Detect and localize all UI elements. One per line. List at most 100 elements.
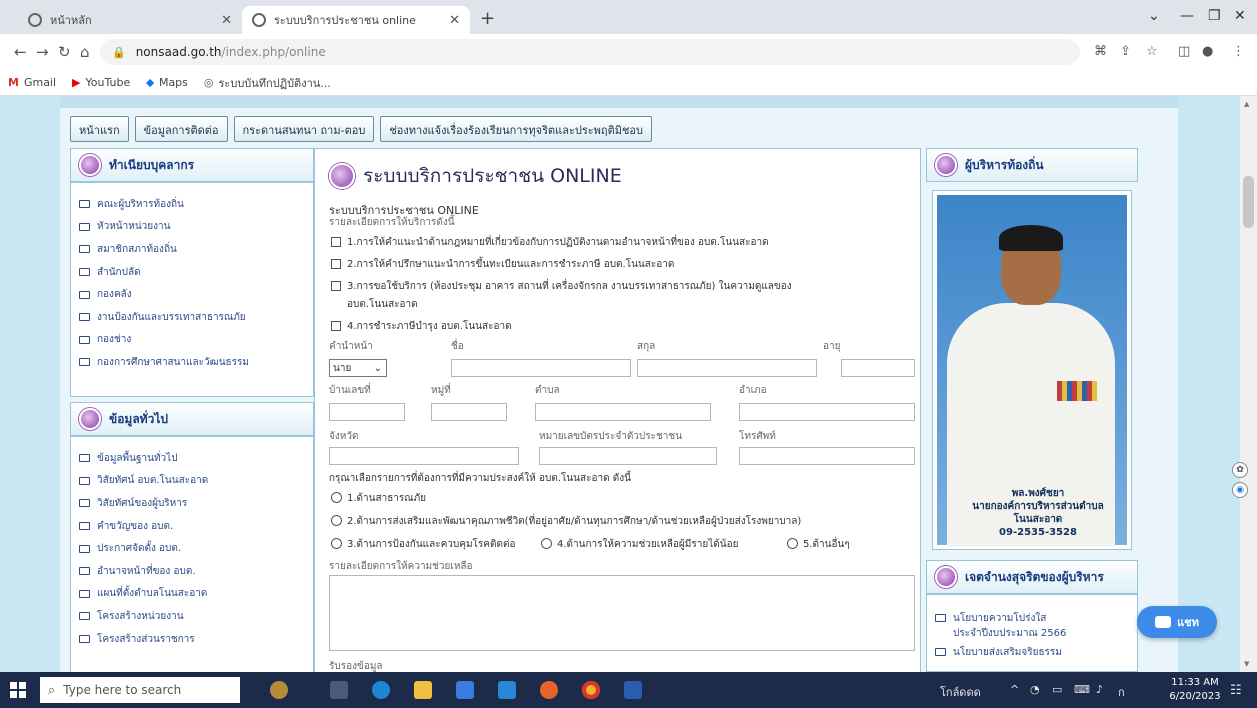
close-tab-icon[interactable]: ✕ [449,13,460,28]
list-item[interactable]: คำขวัญของ อบต. [79,515,313,538]
list-item[interactable]: อำนาจหน้าที่ของ อบต. [79,560,313,583]
list-item[interactable]: วิสัยทัศน์ อบต.โนนสะอาด [79,470,313,493]
menu-complaint[interactable]: ช่องทางแจ้งเรื่องร้องเรียนการทุจริตและปร… [380,116,653,142]
home-icon[interactable]: ⌂ [80,43,90,61]
edge-icon[interactable] [372,681,390,699]
prefix-select[interactable]: นาย ⌄ [329,359,387,377]
phone-input[interactable] [739,447,915,465]
system-clock[interactable]: 11:33 AM 6/20/2023 [1166,676,1224,704]
tab-search-icon[interactable]: ⌄ [1148,8,1160,24]
windows-start-icon[interactable] [10,682,26,698]
id-card-input[interactable] [539,447,717,465]
option-radio-3[interactable] [331,538,342,549]
details-textarea[interactable] [329,575,915,651]
option-radio-2[interactable] [331,515,342,526]
weather-tray-label[interactable]: โกล์ดดด [940,683,981,701]
personnel-list: คณะผู้บริหารท้องถิ่น หัวหน้าหน่วยงาน สมา… [70,182,314,397]
service-checkbox-2[interactable] [331,259,341,269]
cortana-image-icon[interactable] [270,681,288,699]
menu-contact[interactable]: ข้อมูลการติดต่อ [134,116,228,142]
lastname-input[interactable] [637,359,817,377]
bookmark-maps[interactable]: ⬥ Maps [146,76,188,90]
list-item[interactable]: คณะผู้บริหารท้องถิ่น [79,193,313,216]
moo-input[interactable] [431,403,507,421]
share-icon[interactable]: ⇪ [1120,44,1131,59]
bookmark-youtube[interactable]: ▶ YouTube [72,76,130,89]
service-checkbox-3[interactable] [331,281,341,291]
panel-title: เจตจำนงสุจริตของผู้บริหาร [965,569,1104,584]
keyboard-icon[interactable]: ⌨ [1074,683,1090,696]
file-explorer-icon[interactable] [414,681,432,699]
accessibility-icon[interactable]: ◉ [1232,482,1248,498]
task-view-icon[interactable] [330,681,348,699]
url-field[interactable]: 🔒 nonsaad.go.th/index.php/online [100,39,1080,65]
forward-icon[interactable]: → [36,43,49,61]
side-panel-icon[interactable]: ◫ [1178,44,1190,59]
taskbar-search[interactable]: ⌕ Type here to search [40,677,240,703]
tray-overflow-icon[interactable]: ^ [1010,683,1019,696]
language-icon[interactable]: ก [1118,683,1125,701]
list-item[interactable]: ประกาศจัดตั้ง อบต. [79,537,313,560]
side-widget-icon[interactable]: ✿ [1232,462,1248,478]
mail-icon[interactable] [498,681,516,699]
bookmark-gmail[interactable]: M Gmail [8,76,56,89]
translate-icon[interactable]: ⌘ [1094,44,1107,59]
browser-tab-home[interactable]: หน้าหลัก ✕ [18,6,242,34]
close-window-button[interactable]: ✕ [1234,8,1246,24]
new-tab-button[interactable]: + [480,8,495,29]
page-scrollbar[interactable]: ▲ ▼ [1240,96,1257,672]
list-item[interactable]: แผนที่ตั้งตำบลโนนสะอาด [79,583,313,606]
list-item[interactable]: วิสัยทัศน์ของผู้บริหาร [79,492,313,515]
list-item[interactable]: สมาชิกสภาท้องถิ่น [79,238,313,261]
display-icon[interactable]: ▭ [1052,683,1062,696]
chrome-icon[interactable] [582,681,600,699]
bookmark-system[interactable]: ◎ ระบบบันทึกปฏิบัติงาน... [204,74,331,92]
app-icon[interactable] [624,681,642,699]
amphoe-input[interactable] [739,403,915,421]
list-item[interactable]: สำนักปลัด [79,261,313,284]
menu-dots-icon[interactable]: ⋮ [1232,44,1245,59]
page-title-text: ระบบบริการประชาชน ONLINE [363,165,622,187]
option-radio-1[interactable] [331,492,342,503]
menu-webboard[interactable]: กระดานสนทนา ถาม-ตอบ [233,116,375,142]
house-no-label: บ้านเลขที่ [329,385,371,396]
minimize-button[interactable]: — [1180,8,1194,24]
tambon-input[interactable] [535,403,711,421]
service-checkbox-1[interactable] [331,237,341,247]
reload-icon[interactable]: ↻ [58,43,71,61]
folder-icon [79,313,90,322]
province-input[interactable] [329,447,519,465]
list-item[interactable]: ข้อมูลพื้นฐานทั่วไป [79,447,313,470]
list-item[interactable]: โครงสร้างส่วนราชการ [79,628,313,651]
list-item[interactable]: โครงสร้างหน่วยงาน [79,605,313,628]
service-checkbox-4[interactable] [331,321,341,331]
list-item[interactable]: งานป้องกันและบรรเทาสาธารณภัย [79,306,313,329]
store-icon[interactable] [456,681,474,699]
close-tab-icon[interactable]: ✕ [221,13,232,28]
scrollbar-thumb[interactable] [1243,176,1254,228]
list-item[interactable]: หัวหน้าหน่วยงาน [79,216,313,239]
option-radio-4[interactable] [541,538,552,549]
scroll-up-icon[interactable]: ▲ [1244,100,1249,108]
list-item[interactable]: กองการศึกษาศาสนาและวัฒนธรรม [79,351,313,374]
network-icon[interactable]: ◔ [1030,683,1040,696]
back-icon[interactable]: ← [14,43,27,61]
age-input[interactable] [841,359,915,377]
list-item[interactable]: นโยบายส่งเสริมจริยธรรม [935,641,1137,664]
menu-home[interactable]: หน้าแรก [70,116,129,142]
firefox-icon[interactable] [540,681,558,699]
list-item[interactable]: กองช่าง [79,329,313,352]
scroll-down-icon[interactable]: ▼ [1244,660,1249,668]
house-no-input[interactable] [329,403,405,421]
option-radio-5[interactable] [787,538,798,549]
maximize-button[interactable]: ❐ [1208,8,1221,24]
firstname-input[interactable] [451,359,631,377]
list-item[interactable]: นโยบายความโปร่งใสประจำปีงบประมาณ 2566 [935,605,1137,641]
notification-icon[interactable]: ☷ [1230,683,1242,698]
bookmark-star-icon[interactable]: ☆ [1146,44,1158,59]
list-item[interactable]: กองคลัง [79,283,313,306]
browser-tab-online[interactable]: ระบบบริการประชาชน online ✕ [242,6,470,34]
volume-icon[interactable]: ♪ [1096,683,1103,696]
profile-icon[interactable]: ● [1202,44,1213,59]
chat-button[interactable]: แชท [1137,606,1217,638]
